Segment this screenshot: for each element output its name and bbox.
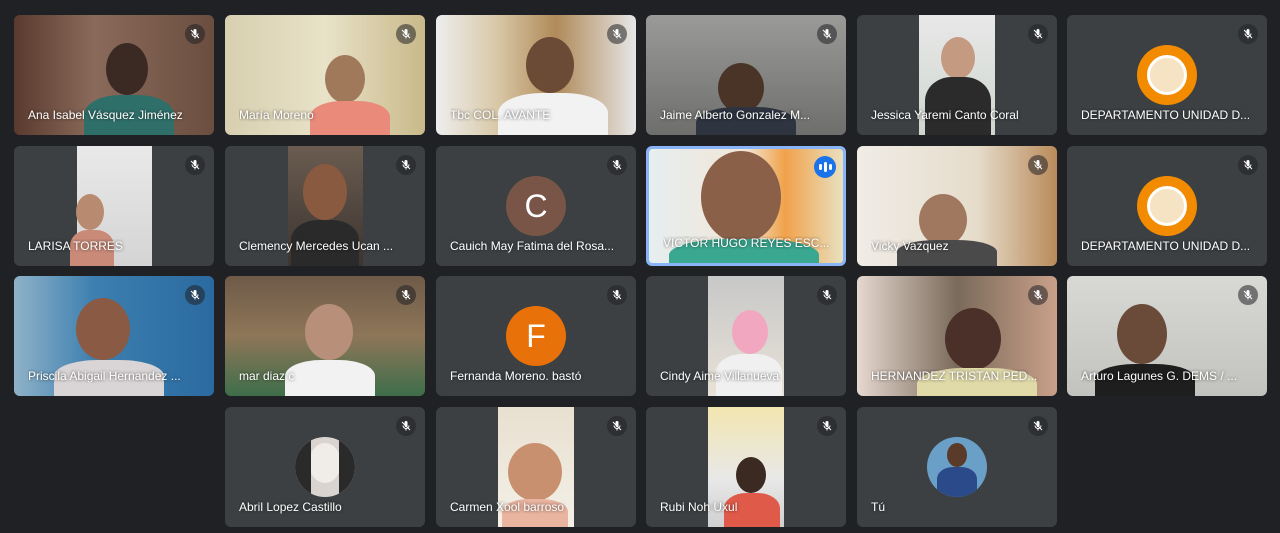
mic-muted-icon: [396, 24, 416, 44]
participant-name: Priscila Abigail Hernandez ...: [28, 369, 181, 383]
person-head: [106, 43, 148, 95]
participant-name: mar diaz c: [239, 369, 295, 383]
avatar-initial: C: [506, 176, 566, 236]
participant-tile[interactable]: Priscila Abigail Hernandez ...: [14, 276, 214, 396]
profile-photo: [927, 437, 987, 497]
participant-name: Ana Isabel Vásquez Jiménez: [28, 108, 183, 122]
participant-name: Jessica Yaremi Canto Coral: [871, 108, 1019, 122]
participant-name: DEPARTAMENTO UNIDAD D...: [1081, 108, 1251, 122]
participant-tile[interactable]: Arturo Lagunes G. DEMS / ...: [1067, 276, 1267, 396]
person-head: [1117, 304, 1167, 364]
person-head: [325, 55, 365, 103]
organization-logo: [1137, 176, 1197, 236]
person-head: [945, 308, 1001, 370]
person-head: [76, 298, 130, 360]
person-head: [76, 194, 104, 230]
person-head: [701, 151, 781, 243]
participant-tile-active-speaker[interactable]: VICTOR HUGO REYES ESC...: [646, 146, 846, 266]
mic-muted-icon: [1238, 285, 1258, 305]
participant-tile[interactable]: Rubi Noh Uxul: [646, 407, 846, 527]
mic-muted-icon: [607, 24, 627, 44]
participant-name: VICTOR HUGO REYES ESC...: [663, 236, 830, 250]
mic-muted-icon: [1238, 155, 1258, 175]
mic-muted-icon: [185, 285, 205, 305]
person-body: [925, 77, 991, 135]
participant-tile[interactable]: HERNANDEZ TRISTAN PED...: [857, 276, 1057, 396]
participant-tile[interactable]: mar diaz c: [225, 276, 425, 396]
participant-tile[interactable]: Carmen Xool barroso: [436, 407, 636, 527]
mic-muted-icon: [817, 24, 837, 44]
participant-tile[interactable]: Ana Isabel Vásquez Jiménez: [14, 15, 214, 135]
organization-logo: [1137, 45, 1197, 105]
participant-name: Tú: [871, 500, 886, 514]
participant-tile[interactable]: F Fernanda Moreno. bastó: [436, 276, 636, 396]
participant-tile[interactable]: LARISA TORRES: [14, 146, 214, 266]
mic-muted-icon: [607, 285, 627, 305]
mic-muted-icon: [1028, 155, 1048, 175]
participant-tile[interactable]: Tbc COL. AVANTE: [436, 15, 636, 135]
participant-tile-self[interactable]: Tú: [857, 407, 1057, 527]
participant-tile[interactable]: Cindy Aime Villanueva: [646, 276, 846, 396]
mic-muted-icon: [185, 24, 205, 44]
participant-name: Abril Lopez Castillo: [239, 500, 342, 514]
mic-muted-icon: [1238, 24, 1258, 44]
person-head: [526, 37, 574, 93]
participant-tile[interactable]: DEPARTAMENTO UNIDAD D...: [1067, 146, 1267, 266]
participant-tile[interactable]: Vicky Vazquez: [857, 146, 1057, 266]
participant-name: Arturo Lagunes G. DEMS / ...: [1081, 369, 1238, 383]
person-head: [736, 457, 766, 493]
mic-muted-icon: [607, 416, 627, 436]
person-head: [718, 63, 764, 113]
speaking-indicator-icon: [814, 156, 836, 178]
mic-muted-icon: [817, 416, 837, 436]
mic-muted-icon: [607, 155, 627, 175]
participant-tile[interactable]: Jessica Yaremi Canto Coral: [857, 15, 1057, 135]
participant-name: Vicky Vazquez: [871, 239, 949, 253]
participant-name: Cindy Aime Villanueva: [660, 369, 780, 383]
participant-name: Carmen Xool barroso: [450, 500, 565, 514]
participant-name: Rubi Noh Uxul: [660, 500, 738, 514]
participant-name: Tbc COL. AVANTE: [450, 108, 551, 122]
participant-tile[interactable]: Abril Lopez Castillo: [225, 407, 425, 527]
participant-name: HERNANDEZ TRISTAN PED...: [871, 369, 1038, 383]
participant-name: María Moreno: [239, 108, 314, 122]
person-head: [732, 310, 768, 354]
person-head: [303, 164, 347, 220]
participant-name: Jaime Alberto Gonzalez M...: [660, 108, 811, 122]
mic-muted-icon: [396, 155, 416, 175]
profile-photo: [295, 437, 355, 497]
participant-tile[interactable]: María Moreno: [225, 15, 425, 135]
participant-name: Cauich May Fatima del Rosa...: [450, 239, 615, 253]
mic-muted-icon: [185, 155, 205, 175]
participant-name: Clemency Mercedes Ucan ...: [239, 239, 394, 253]
participant-name: Fernanda Moreno. bastó: [450, 369, 582, 383]
participant-tile[interactable]: Clemency Mercedes Ucan ...: [225, 146, 425, 266]
participant-name: DEPARTAMENTO UNIDAD D...: [1081, 239, 1251, 253]
mic-muted-icon: [1028, 416, 1048, 436]
mic-muted-icon: [396, 416, 416, 436]
mic-muted-icon: [1028, 24, 1048, 44]
avatar-initial: F: [506, 306, 566, 366]
mic-muted-icon: [1028, 285, 1048, 305]
person-head: [508, 443, 562, 501]
participant-tile[interactable]: C Cauich May Fatima del Rosa...: [436, 146, 636, 266]
participant-name: LARISA TORRES: [28, 239, 123, 253]
participant-tile[interactable]: Jaime Alberto Gonzalez M...: [646, 15, 846, 135]
participant-tile[interactable]: DEPARTAMENTO UNIDAD D...: [1067, 15, 1267, 135]
mic-muted-icon: [817, 285, 837, 305]
person-head: [305, 304, 353, 360]
mic-muted-icon: [396, 285, 416, 305]
person-head: [941, 37, 975, 79]
